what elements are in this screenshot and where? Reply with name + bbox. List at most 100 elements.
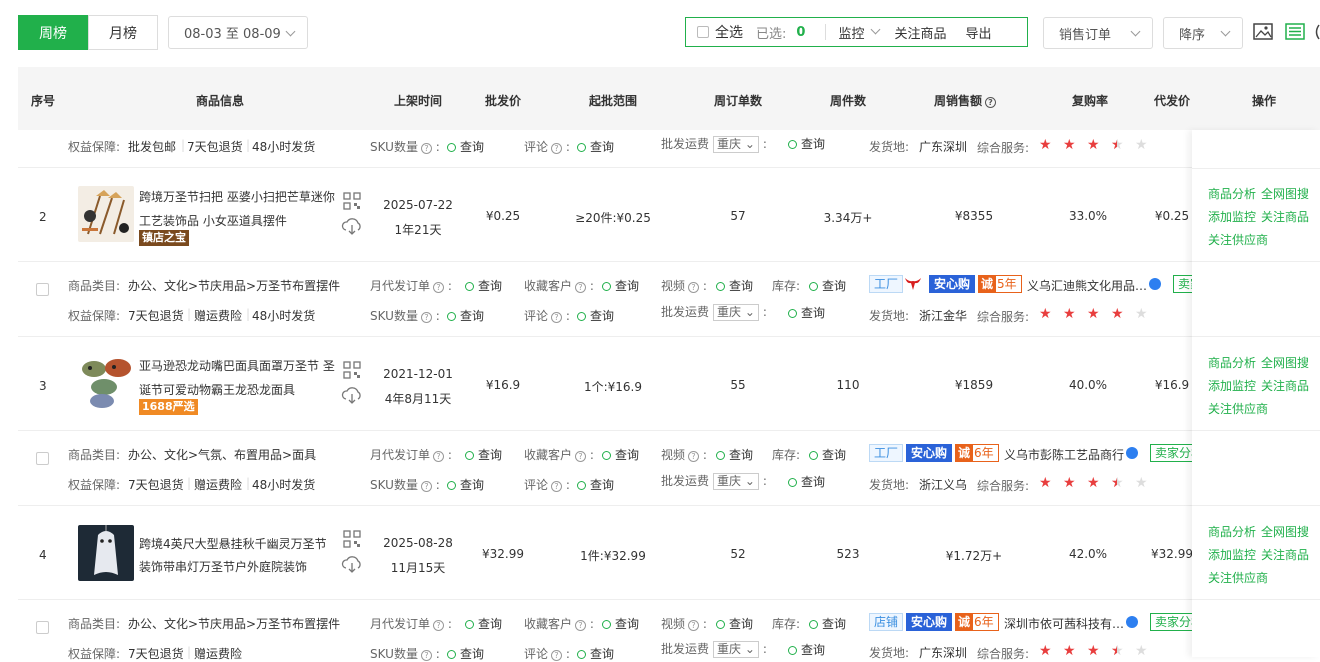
monthly-orders-query[interactable]: 查询: [465, 277, 502, 294]
tab-week[interactable]: 周榜: [18, 15, 88, 50]
chat-icon[interactable]: [1149, 278, 1161, 290]
more-icon[interactable]: [1313, 23, 1320, 41]
city-select[interactable]: 重庆 ⌄: [713, 473, 759, 490]
row-checkbox[interactable]: [36, 452, 49, 465]
monthly-orders-query[interactable]: 查询: [465, 615, 502, 632]
header-week-sales[interactable]: 周销售额?: [934, 92, 997, 109]
product-thumbnail[interactable]: [78, 355, 134, 411]
video-query[interactable]: 查询: [716, 615, 753, 632]
city-select[interactable]: 重庆 ⌄: [713, 641, 759, 658]
monitor-label: 监控: [838, 26, 865, 42]
cloud-download-icon[interactable]: [341, 386, 363, 404]
trust-badge: 安心购: [906, 613, 953, 631]
add-monitor-link[interactable]: 添加监控: [1208, 546, 1256, 563]
freight-query[interactable]: 查询: [788, 641, 825, 658]
product-title[interactable]: 诞节可爱动物霸王龙恐龙面具: [139, 381, 295, 398]
tab-month[interactable]: 月榜: [88, 15, 158, 50]
list-view-icon[interactable]: [1285, 23, 1305, 41]
city-select[interactable]: 重庆 ⌄: [713, 304, 759, 321]
follow-supplier-link[interactable]: 关注供应商: [1208, 400, 1268, 417]
cloud-download-icon[interactable]: [341, 217, 363, 235]
table-row: 2 跨境万圣节扫把 巫婆小扫把芒草迷你 工艺装饰品 小女巫道具摆件 镇店之宝 2…: [18, 168, 1320, 262]
sku-query[interactable]: 查询: [447, 476, 484, 493]
select-all-label[interactable]: 全选: [715, 22, 743, 42]
review-query[interactable]: 查询: [577, 307, 614, 324]
stock-query[interactable]: 查询: [809, 277, 846, 294]
image-search-link[interactable]: 全网图搜: [1261, 354, 1309, 371]
product-analysis-link[interactable]: 商品分析: [1208, 523, 1256, 540]
sku-query[interactable]: 查询: [447, 645, 484, 662]
stock-query[interactable]: 查询: [809, 446, 846, 463]
min-range: ≥20件:¥0.25: [575, 211, 651, 225]
favorites-query[interactable]: 查询: [602, 446, 639, 463]
follow-product-link[interactable]: 关注商品: [1261, 546, 1309, 563]
follow-product-link[interactable]: 关注商品: [1261, 208, 1309, 225]
shop-name[interactable]: 深圳市依可茜科技有…: [1004, 615, 1124, 632]
favorites-query[interactable]: 查询: [602, 615, 639, 632]
product-title[interactable]: 跨境4英尺大型悬挂秋千幽灵万圣节: [139, 535, 327, 552]
chat-icon[interactable]: [1126, 447, 1138, 459]
product-thumbnail[interactable]: [78, 186, 134, 242]
help-icon[interactable]: ?: [985, 97, 997, 108]
header-list-date[interactable]: 上架时间: [394, 92, 442, 109]
review-query[interactable]: 查询: [577, 476, 614, 493]
follow-supplier-link[interactable]: 关注供应商: [1208, 231, 1268, 248]
review-query[interactable]: 查询: [577, 138, 614, 155]
monthly-orders-query[interactable]: 查询: [465, 446, 502, 463]
sku-query[interactable]: 查询: [447, 307, 484, 324]
header-week-orders[interactable]: 周订单数: [714, 92, 762, 109]
review-label: 评论? :: [524, 478, 570, 492]
freight-query[interactable]: 查询: [788, 473, 825, 490]
favorites-query[interactable]: 查询: [602, 277, 639, 294]
table-row-detail: 权益保障: 批发包邮 | 7天包退货 | 48小时发货 SKU数量? : 查询 …: [18, 130, 1320, 168]
star-icon: ★: [1039, 137, 1052, 153]
add-monitor-link[interactable]: 添加监控: [1208, 377, 1256, 394]
cloud-download-icon[interactable]: [341, 555, 363, 573]
shop-name[interactable]: 义乌市彭陈工艺品商行: [1004, 446, 1124, 463]
stock-label: 库存:: [772, 448, 801, 462]
product-title[interactable]: 跨境万圣节扫把 巫婆小扫把芒草迷你: [139, 188, 335, 205]
sort-field-select[interactable]: 销售订单: [1043, 17, 1153, 49]
header-repurchase[interactable]: 复购率: [1072, 92, 1108, 109]
week-sales: ¥1.72万+: [945, 549, 1003, 563]
date-range-select[interactable]: 08-03 至 08-09: [168, 16, 308, 49]
header-dropship-price[interactable]: 代发价: [1154, 92, 1190, 109]
review-query[interactable]: 查询: [577, 645, 614, 662]
freight-query[interactable]: 查询: [788, 135, 825, 152]
header-price[interactable]: 批发价: [485, 92, 521, 109]
image-view-icon[interactable]: [1253, 23, 1273, 41]
qr-code-icon[interactable]: [343, 530, 361, 548]
video-query[interactable]: 查询: [716, 277, 753, 294]
select-all-checkbox[interactable]: [697, 26, 709, 38]
header-week-pieces[interactable]: 周件数: [830, 92, 866, 109]
product-analysis-link[interactable]: 商品分析: [1208, 354, 1256, 371]
image-search-link[interactable]: 全网图搜: [1261, 523, 1309, 540]
sort-order-select[interactable]: 降序: [1163, 17, 1243, 49]
follow-product-link[interactable]: 关注商品: [1261, 377, 1309, 394]
product-title[interactable]: 装饰带串灯万圣节户外庭院装饰: [139, 558, 307, 575]
shop-name[interactable]: 义乌汇迪熊文化用品…: [1027, 277, 1147, 294]
city-select[interactable]: 重庆 ⌄: [713, 136, 759, 153]
product-analysis-link[interactable]: 商品分析: [1208, 185, 1256, 202]
qr-code-icon[interactable]: [343, 361, 361, 379]
video-query[interactable]: 查询: [716, 446, 753, 463]
qr-code-icon[interactable]: [343, 192, 361, 210]
export-button[interactable]: 导出: [965, 23, 991, 42]
product-thumbnail[interactable]: [78, 525, 134, 581]
origin-label: 发货地:: [869, 309, 910, 323]
sku-query[interactable]: 查询: [447, 138, 484, 155]
stock-query[interactable]: 查询: [809, 615, 846, 632]
monitor-dropdown[interactable]: 监控: [838, 23, 882, 42]
freight-query[interactable]: 查询: [788, 304, 825, 321]
follow-supplier-link[interactable]: 关注供应商: [1208, 569, 1268, 586]
add-monitor-link[interactable]: 添加监控: [1208, 208, 1256, 225]
header-product: 商品信息: [195, 94, 245, 108]
product-title[interactable]: 工艺装饰品 小女巫道具摆件: [139, 212, 287, 229]
chat-icon[interactable]: [1126, 616, 1138, 628]
product-title[interactable]: 亚马逊恐龙动嘴巴面具面罩万圣节 圣: [139, 357, 335, 374]
row-checkbox[interactable]: [36, 621, 49, 634]
follow-button[interactable]: 关注商品: [894, 23, 946, 42]
row-checkbox[interactable]: [36, 283, 49, 296]
image-search-link[interactable]: 全网图搜: [1261, 185, 1309, 202]
shop-type-tag: 工厂: [869, 444, 904, 462]
